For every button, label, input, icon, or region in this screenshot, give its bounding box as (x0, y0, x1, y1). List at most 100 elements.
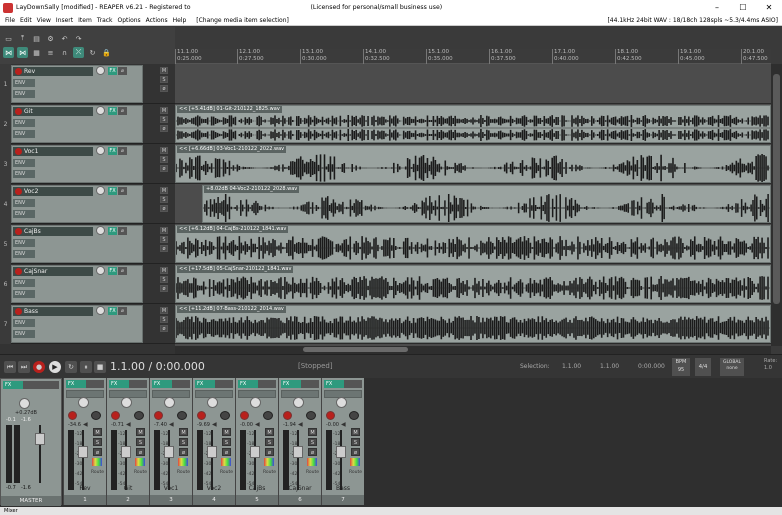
strip-name[interactable]: Rev (66, 484, 104, 493)
strip-fx-slot[interactable]: FX (238, 380, 276, 388)
mute-button[interactable]: M (351, 428, 360, 436)
track-row[interactable]: 4 Voc2 FX ⌀ ENV ENV M S ø (0, 184, 175, 224)
volume-knob[interactable] (96, 66, 105, 75)
phase-icon[interactable]: ø (351, 448, 360, 456)
phase-icon[interactable]: ø (265, 448, 274, 456)
strip-fx-slot[interactable]: FX (152, 380, 190, 388)
volume-knob[interactable] (96, 106, 105, 115)
solo-button[interactable]: S (136, 438, 145, 446)
menu-item[interactable]: Item (78, 17, 92, 24)
strip-fx-slot[interactable]: FX (109, 380, 147, 388)
fx-button[interactable]: FX (108, 147, 117, 155)
phase-icon[interactable]: ø (160, 165, 168, 172)
media-item[interactable]: << [+6.66dB] 03-Voc1-210122_2022.wav (175, 145, 771, 183)
solo-button[interactable]: S (160, 156, 168, 163)
menu-options[interactable]: Options (118, 17, 141, 24)
solo-button[interactable]: S (265, 438, 274, 446)
route-button[interactable]: Route (306, 470, 319, 475)
menu-insert[interactable]: Insert (56, 17, 73, 24)
save-project-icon[interactable]: ▤ (31, 33, 42, 44)
envelope-button-2[interactable]: ENV (13, 170, 35, 178)
media-item[interactable]: << [+6.12dB] 04-CajBs-210122_1841.wav (175, 225, 771, 263)
lock-icon[interactable]: 🔒 (101, 47, 112, 58)
time-signature[interactable]: 4/4 (695, 358, 711, 376)
track-lane[interactable]: << [+17.5dB] 05-CajSnar-210122_1841.wav (175, 264, 771, 304)
record-arm-icon[interactable] (68, 411, 77, 420)
volume-fader[interactable] (207, 446, 217, 458)
envelope-button-2[interactable]: ENV (13, 130, 35, 138)
fx-button[interactable]: FX (108, 267, 117, 275)
track-lane[interactable]: << [+6.66dB] 03-Voc1-210122_2022.wav (175, 144, 771, 184)
master-fx-slot[interactable]: FX (3, 381, 59, 389)
track-lane[interactable]: +8.02dB 04-Voc2-210122_2028.wav (175, 184, 771, 224)
selection-end[interactable]: 1.1.00 (600, 363, 619, 370)
mute-button[interactable]: M (160, 227, 168, 234)
fx-bypass-button[interactable]: ⌀ (118, 67, 127, 75)
solo-button[interactable]: S (160, 196, 168, 203)
solo-button[interactable]: S (351, 438, 360, 446)
speaker-icon[interactable]: ◀ (298, 421, 303, 428)
mute-button[interactable]: M (179, 428, 188, 436)
mixer-tab[interactable]: Mixer (0, 507, 782, 515)
route-button[interactable]: Route (91, 470, 104, 475)
envelope-button[interactable]: ENV (13, 79, 35, 87)
strip-name[interactable]: Voc2 (195, 484, 233, 493)
strip-name[interactable]: CajSnar (281, 484, 319, 493)
phase-icon[interactable]: ø (308, 448, 317, 456)
record-arm-icon[interactable] (240, 411, 249, 420)
record-arm-icon[interactable] (15, 268, 22, 275)
fader-track[interactable] (211, 430, 213, 490)
envelope-button-2[interactable]: ENV (13, 330, 35, 338)
menu-actions[interactable]: Actions (146, 17, 168, 24)
strip-fx-slot[interactable]: FX (324, 380, 362, 388)
track-row[interactable]: 2 Git FX ⌀ ENV ENV M S ø (0, 104, 175, 144)
envelope-button-2[interactable]: ENV (13, 250, 35, 258)
mute-button[interactable]: M (136, 428, 145, 436)
envelope-button[interactable]: ENV (13, 239, 35, 247)
menu-edit[interactable]: Edit (20, 17, 32, 24)
pan-knob[interactable] (78, 397, 89, 408)
pan-knob[interactable] (207, 397, 218, 408)
mute-button[interactable]: M (160, 67, 168, 74)
master-pan-knob[interactable] (19, 398, 30, 409)
strip-fx-slot[interactable]: FX (281, 380, 319, 388)
envelope-button[interactable]: ENV (13, 159, 35, 167)
strip-fx-slot[interactable]: FX (195, 380, 233, 388)
mute-button[interactable]: M (265, 428, 274, 436)
phase-icon[interactable]: ø (160, 205, 168, 212)
pan-knob[interactable] (336, 397, 347, 408)
undo-icon[interactable]: ↶ (59, 33, 70, 44)
track-row[interactable]: 7 Bass FX ⌀ ENV ENV M S ø (0, 304, 175, 344)
fx-button[interactable]: FX (108, 107, 117, 115)
pan-knob[interactable] (164, 397, 175, 408)
route-button[interactable]: Route (220, 470, 233, 475)
speaker-icon[interactable]: ◀ (212, 421, 217, 428)
timeline-ruler[interactable]: 11.1.00 0:25.000 12.1.00 0:27.500 13.1.00 0… (175, 49, 771, 64)
input-monitor-icon[interactable] (263, 411, 273, 420)
record-arm-icon[interactable] (197, 411, 206, 420)
fader-track[interactable] (168, 430, 170, 490)
solo-button[interactable]: S (160, 76, 168, 83)
track-name[interactable]: Voc1 (13, 147, 93, 156)
envelope-button[interactable]: ENV (13, 319, 35, 327)
volume-fader[interactable] (293, 446, 303, 458)
strip-name[interactable]: Git (109, 484, 147, 493)
pan-knob[interactable] (121, 397, 132, 408)
record-arm-icon[interactable] (111, 411, 120, 420)
open-project-icon[interactable]: ⤒ (17, 33, 28, 44)
project-settings-icon[interactable]: ⚙ (45, 33, 56, 44)
track-lane[interactable]: << [+5.41dB] 01-Git-210122_1825.wav (175, 104, 771, 144)
phase-icon[interactable]: ø (160, 245, 168, 252)
pan-knob[interactable] (293, 397, 304, 408)
strip-name[interactable]: CajBs (238, 484, 276, 493)
fx-bypass-button[interactable]: ⌀ (118, 147, 127, 155)
selection-length[interactable]: 0:00.000 (638, 363, 665, 370)
volume-fader[interactable] (250, 446, 260, 458)
fader-track[interactable] (125, 430, 127, 490)
track-name[interactable]: CajSnar (13, 267, 93, 276)
phase-icon[interactable]: ø (160, 325, 168, 332)
record-arm-icon[interactable] (283, 411, 292, 420)
mute-button[interactable]: M (160, 307, 168, 314)
ripple-edit-icon[interactable]: ⋈ (17, 47, 28, 58)
media-item[interactable]: << [+11.2dB] 07-Bass-210122_2014.wav (175, 305, 771, 343)
